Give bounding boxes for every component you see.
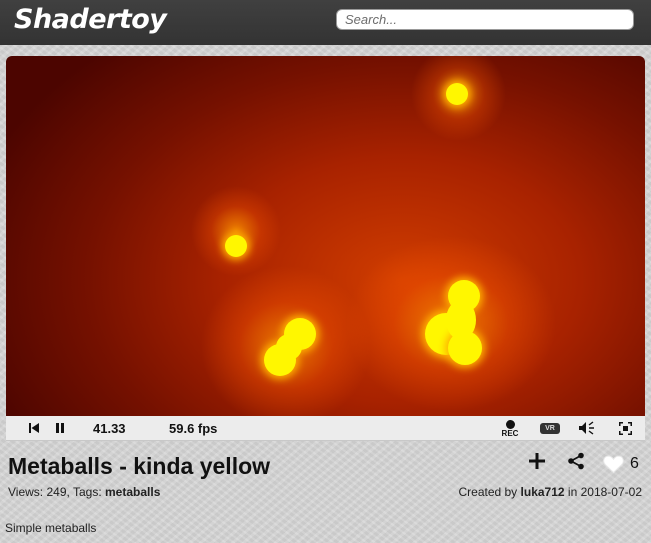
vr-headset-icon: VR [540,422,560,434]
shader-actions: 6 [528,452,639,475]
heart-icon [603,455,624,473]
metaball [276,334,302,360]
tag-link[interactable]: metaballs [105,485,160,499]
views-label: Views: [8,485,44,499]
fullscreen-icon[interactable] [616,419,634,437]
view-count: 249 [46,485,67,499]
pause-icon[interactable] [52,419,68,437]
add-to-playlist-icon[interactable] [528,452,550,475]
rewind-icon[interactable] [26,419,42,437]
vr-label: VR [545,424,555,432]
fps-display: 59.6 fps [169,421,218,436]
shader-author-info: Created by luka712 in 2018-07-02 [458,485,642,499]
in-label: in [567,485,578,499]
time-display: 41.33 [93,421,126,436]
top-bar: Shadertoy [0,0,651,45]
record-dot-icon [505,420,515,429]
record-button[interactable]: REC [496,418,524,440]
search-input[interactable] [336,9,634,30]
vr-button[interactable]: VR [538,419,562,437]
shader-canvas[interactable] [6,56,645,416]
author-link[interactable]: luka712 [521,485,565,499]
share-icon[interactable] [567,452,589,475]
shader-stats: Views: 249, Tags: metaballs [8,485,161,499]
volume-icon[interactable] [576,419,598,437]
metaball [446,300,476,340]
player-controls: 41.33 59.6 fps REC VR [6,416,645,441]
metaball [446,83,468,105]
metaball [225,235,247,257]
like-count: 6 [630,454,639,472]
created-by-label: Created by [458,485,518,499]
tags-label: Tags: [72,485,102,499]
metaball-glow [191,186,281,276]
shadertoy-logo[interactable]: Shadertoy [14,4,167,35]
like-button[interactable]: 6 [603,455,639,473]
shader-title: Metaballs - kinda yellow [8,453,271,479]
shader-description: Simple metaballs [5,521,97,535]
record-label: REC [501,429,519,438]
created-date: 2018-07-02 [580,485,642,499]
